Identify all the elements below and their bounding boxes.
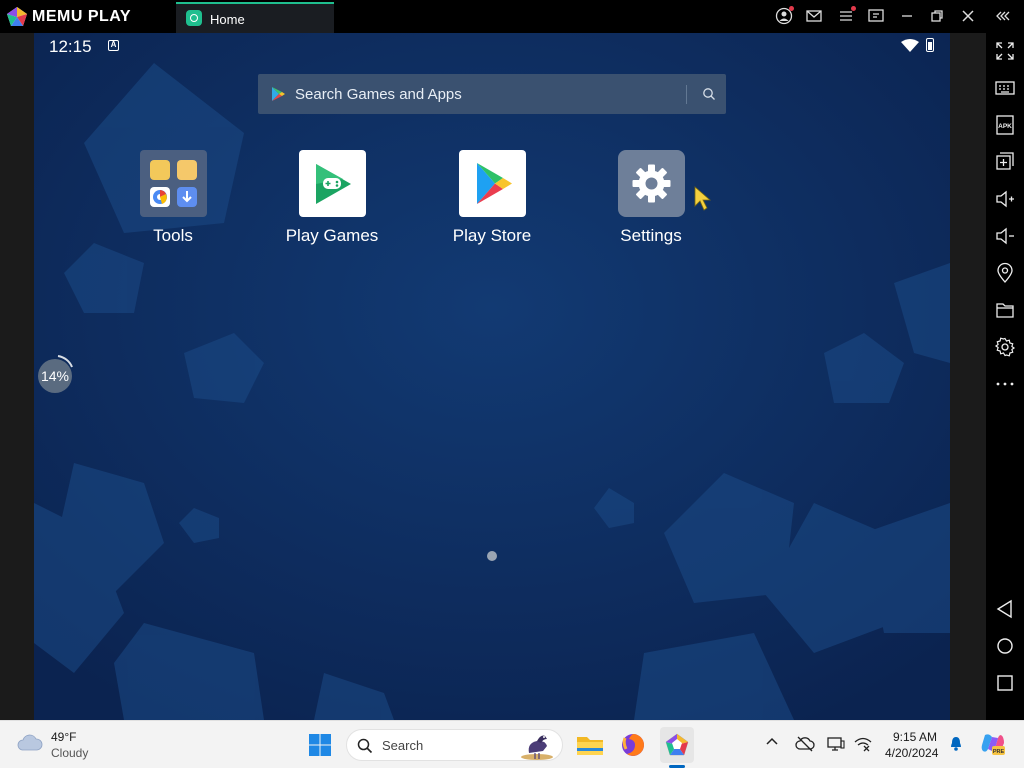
weather-temperature[interactable]: 49°F: [51, 730, 76, 744]
app-play-games-label: Play Games: [285, 226, 379, 245]
clock-time[interactable]: 9:15 AM: [893, 730, 937, 744]
firefox-icon[interactable]: [617, 729, 649, 761]
user-icon[interactable]: [775, 6, 794, 25]
search-highlight-bird-icon: [517, 731, 559, 766]
app-tools[interactable]: Tools: [118, 150, 228, 250]
brand-name: MEMU PLAY: [32, 8, 132, 25]
tab-home-label: Home: [210, 12, 245, 27]
memu-logo-icon: [6, 6, 28, 28]
network-icon[interactable]: [853, 735, 873, 758]
app-tools-label: Tools: [153, 226, 193, 245]
keyboard-icon[interactable]: [994, 77, 1016, 99]
home-icon[interactable]: [994, 635, 1016, 657]
screen-share-icon[interactable]: [867, 7, 885, 25]
app-settings[interactable]: Settings: [596, 150, 706, 250]
mouse-cursor-icon: [694, 186, 714, 217]
app-play-store[interactable]: Play Store: [437, 150, 547, 250]
android-screen[interactable]: 12:15 A Search Games and Apps Tools Play…: [34, 33, 950, 720]
taskbar-search-label: Search: [382, 738, 424, 753]
cloud-icon[interactable]: [16, 733, 44, 758]
side-toolbar: APK: [986, 33, 1024, 720]
page-indicator-dot: [487, 551, 497, 561]
more-icon[interactable]: [994, 373, 1016, 395]
weather-description[interactable]: Cloudy: [51, 746, 88, 760]
search-input[interactable]: Search Games and Apps: [295, 86, 462, 103]
clock-date[interactable]: 4/20/2024: [885, 746, 938, 760]
tools-folder-icon: [140, 150, 207, 217]
memu-taskbar-icon[interactable]: [661, 729, 693, 761]
play-games-icon: [299, 150, 366, 217]
collapse-sidebar-icon[interactable]: [994, 7, 1012, 25]
windows-start-icon[interactable]: [308, 733, 332, 762]
wallpaper: [34, 33, 950, 720]
add-window-icon[interactable]: [994, 150, 1016, 172]
settings-icon[interactable]: [994, 336, 1016, 358]
tab-home[interactable]: Home: [176, 2, 334, 33]
minimize-icon[interactable]: [898, 7, 916, 25]
search-bar[interactable]: Search Games and Apps: [258, 74, 726, 114]
search-icon[interactable]: [702, 87, 716, 106]
tab-home-icon: [186, 10, 202, 26]
display-icon[interactable]: [827, 735, 845, 758]
app-play-games[interactable]: Play Games: [277, 150, 387, 250]
app-play-store-label: Play Store: [452, 226, 532, 245]
file-explorer-icon[interactable]: [574, 729, 606, 761]
restore-icon[interactable]: [928, 7, 946, 25]
chevron-up-icon[interactable]: [765, 735, 779, 754]
menu-icon[interactable]: [837, 6, 856, 25]
recents-icon[interactable]: [994, 672, 1016, 694]
notification-bell-icon[interactable]: [948, 734, 964, 757]
svg-text:PRE: PRE: [993, 749, 1005, 755]
location-icon[interactable]: [994, 262, 1016, 284]
cloud-offline-icon[interactable]: [795, 735, 815, 758]
wifi-icon: [901, 39, 919, 58]
battery-icon: [926, 38, 934, 52]
folder-icon[interactable]: [994, 299, 1016, 321]
title-bar: MEMU PLAY Home: [0, 0, 1024, 33]
windows-taskbar: 49°F Cloudy Search 9:15 AM 4/20/2024 PRE: [0, 720, 1024, 768]
apk-icon[interactable]: APK: [994, 114, 1016, 136]
settings-gear-icon: [618, 150, 685, 217]
mail-icon[interactable]: [805, 7, 823, 25]
volume-up-icon[interactable]: [994, 188, 1016, 210]
taskbar-search-box[interactable]: Search: [346, 729, 563, 761]
svg-text:APK: APK: [998, 123, 1012, 130]
copilot-icon[interactable]: PRE: [980, 731, 1006, 762]
notification-a-icon: A: [108, 40, 119, 51]
search-divider: [686, 85, 687, 104]
memory-boost-widget[interactable]: 14%: [38, 359, 72, 393]
status-time: 12:15: [49, 37, 92, 56]
play-store-icon: [459, 150, 526, 217]
back-icon[interactable]: [994, 598, 1016, 620]
right-gutter: [950, 33, 986, 720]
app-settings-label: Settings: [620, 226, 682, 245]
search-icon: [357, 738, 373, 759]
left-border: [0, 33, 34, 720]
fullscreen-icon[interactable]: [994, 40, 1016, 62]
play-store-small-icon: [270, 86, 286, 107]
volume-down-icon[interactable]: [994, 225, 1016, 247]
close-icon[interactable]: [959, 7, 977, 25]
